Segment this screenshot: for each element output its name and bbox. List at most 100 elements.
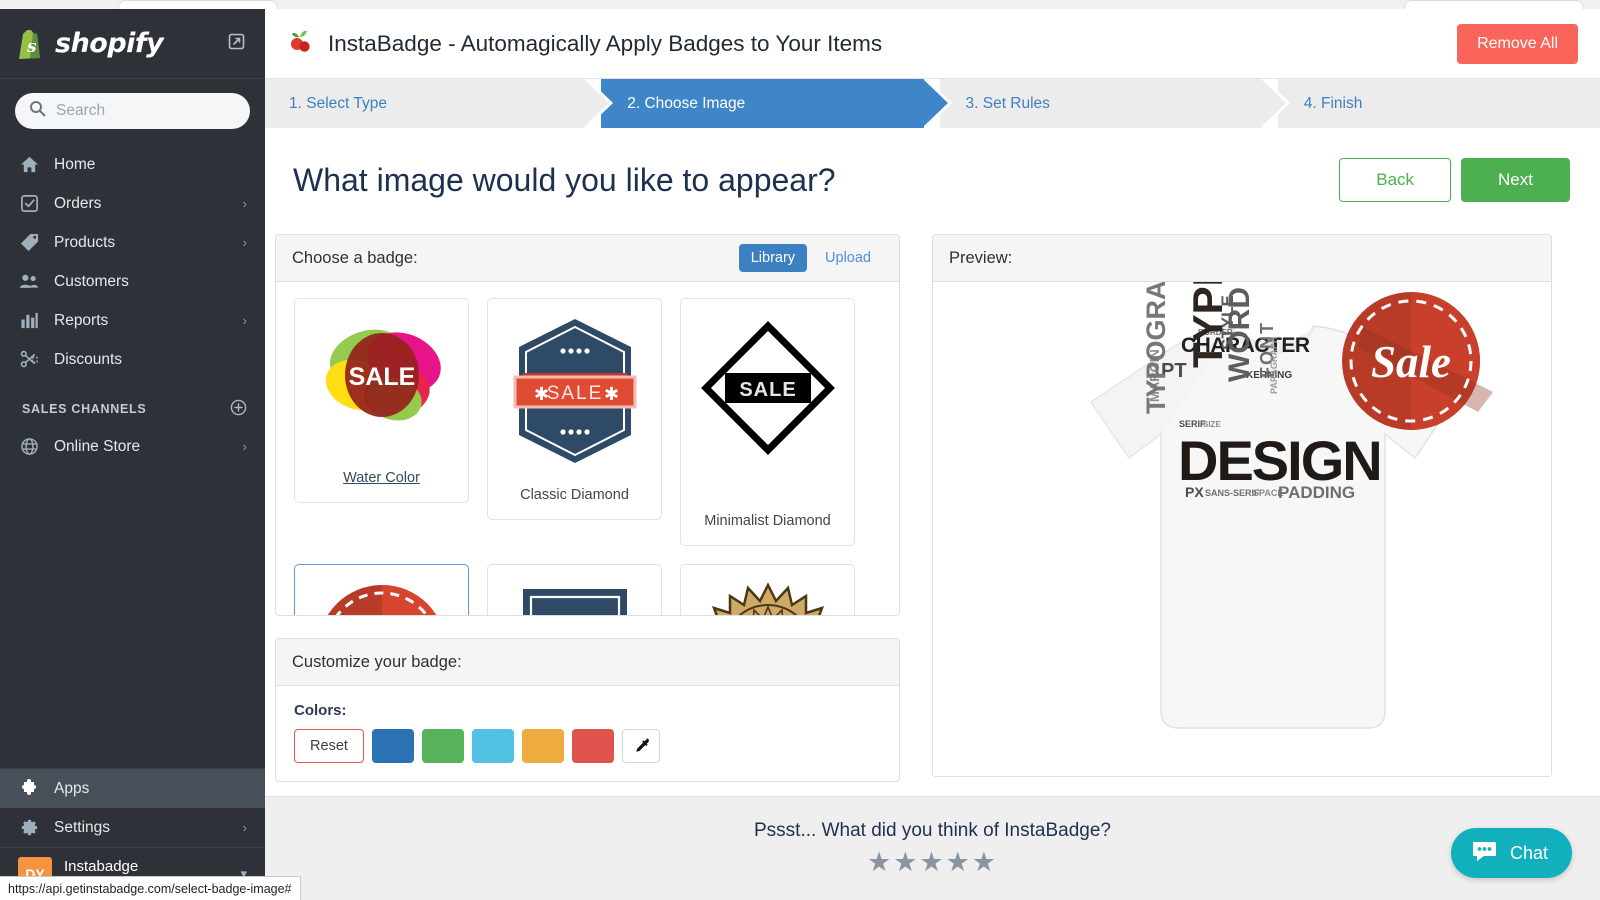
browser-tab-secondary[interactable] [1404, 0, 1584, 9]
rating-stars[interactable]: ★★★★★ [867, 847, 998, 878]
badge-card-round-dashed[interactable] [294, 564, 469, 615]
badge-caption: Classic Diamond [520, 487, 629, 504]
wizard-nav-buttons: Back Next [1339, 158, 1570, 202]
watercolor-sale-badge: SALE [312, 313, 452, 438]
instabadge-cherry-icon [289, 28, 313, 59]
sidebar-item-reports[interactable]: Reports › [0, 301, 265, 340]
svg-text:s: s [26, 37, 37, 57]
svg-text:TYPOGRAPHY: TYPOGRAPHY [1141, 282, 1171, 414]
badge-card-water-color[interactable]: SALE Water Color [294, 298, 469, 503]
chat-label: Chat [1509, 842, 1548, 863]
color-swatch-red[interactable] [572, 729, 614, 763]
minimalist-diamond-sale-badge: SALE [698, 313, 838, 463]
svg-text:SERIF: SERIF [1179, 419, 1206, 429]
wizard-step-select-type[interactable]: 1. Select Type [265, 79, 614, 128]
sidebar-item-apps[interactable]: Apps [0, 769, 265, 808]
wizard-step-label: 3. Set Rules [965, 94, 1050, 112]
tab-upload[interactable]: Upload [813, 244, 883, 272]
preview-sale-badge: Sale [1342, 292, 1493, 430]
svg-text:WORD: WORD [1223, 287, 1256, 382]
navy-ribbon-banner-badge [505, 579, 645, 615]
sidebar-item-label: Customers [54, 272, 129, 290]
svg-text:PX: PX [1185, 484, 1204, 500]
sidebar-item-discounts[interactable]: Discounts [0, 340, 265, 379]
tab-library[interactable]: Library [738, 244, 808, 272]
reset-color-button[interactable]: Reset [294, 729, 364, 763]
home-icon [18, 155, 40, 174]
choose-badge-panel-header: Choose a badge: Library Upload [276, 235, 899, 282]
chevron-right-icon: › [242, 196, 247, 211]
chevron-right-icon: › [242, 313, 247, 328]
color-swatch-orange[interactable] [522, 729, 564, 763]
left-column: Choose a badge: Library Upload SALE Wate… [275, 234, 900, 782]
products-tag-icon [18, 233, 40, 252]
badge-grid: SALE Water Color SALE ✱ ✱ Classic Diamon… [276, 282, 899, 615]
sidebar-item-label: Products [54, 233, 116, 251]
round-dashed-sale-badge [312, 579, 452, 615]
wizard-step-finish[interactable]: 4. Finish [1277, 79, 1600, 128]
plus-circle-icon[interactable] [230, 399, 247, 419]
sidebar-item-label: Home [54, 155, 96, 173]
search-input[interactable]: Search [15, 93, 250, 129]
badge-card-minimalist-diamond[interactable]: SALE Minimalist Diamond [680, 298, 855, 546]
right-column: Preview: BORDER CHARACTER PT STYLE MARGI… [932, 234, 1552, 782]
puzzle-piece-icon [18, 778, 40, 799]
sidebar-item-label: Discounts [54, 350, 123, 368]
globe-icon [18, 437, 40, 456]
feedback-prompt: Pssst... What did you think of InstaBadg… [754, 819, 1111, 841]
svg-text:SANS-SERIF: SANS-SERIF [1205, 488, 1260, 498]
back-button[interactable]: Back [1339, 158, 1452, 202]
sidebar-item-home[interactable]: Home [0, 145, 265, 184]
chat-bubble-icon [1471, 840, 1498, 867]
badge-caption[interactable]: Water Color [343, 468, 420, 490]
shopify-brand[interactable]: s shopify [16, 28, 164, 60]
colors-label: Colors: [294, 702, 347, 719]
sidebar-item-orders[interactable]: Orders › [0, 184, 265, 223]
preview-badge-text: Sale [1371, 337, 1451, 387]
feedback-footer: Pssst... What did you think of InstaBadg… [265, 796, 1600, 900]
shopify-bag-icon: s [16, 28, 46, 60]
badge-card-classic-diamond[interactable]: SALE ✱ ✱ Classic Diamond [487, 298, 662, 520]
wizard-step-set-rules[interactable]: 3. Set Rules [939, 79, 1291, 128]
choose-badge-panel: Choose a badge: Library Upload SALE Wate… [275, 234, 900, 616]
screen-root: s shopify Search Home Orders › Products … [0, 0, 1600, 900]
chevron-right-icon: › [242, 439, 247, 454]
sidebar-item-customers[interactable]: Customers [0, 262, 265, 301]
browser-chrome-strip [0, 0, 1600, 9]
color-swatch-green[interactable] [422, 729, 464, 763]
gear-icon [18, 818, 40, 837]
sidebar-section-label: SALES CHANNELS [22, 402, 147, 416]
svg-text:PADDING: PADDING [1278, 483, 1355, 502]
customize-panel-body: Colors: Reset [276, 686, 899, 781]
sidebar-item-products[interactable]: Products › [0, 223, 265, 262]
color-swatch-blue[interactable] [372, 729, 414, 763]
wizard-step-choose-image[interactable]: 2. Choose Image [601, 79, 952, 128]
app-header: InstaBadge - Automagically Apply Badges … [265, 9, 1600, 79]
color-swatch-light-blue[interactable] [472, 729, 514, 763]
main-columns: Choose a badge: Library Upload SALE Wate… [265, 216, 1600, 782]
external-link-icon[interactable] [228, 33, 245, 55]
reports-bar-chart-icon [18, 311, 40, 330]
shopify-sidebar: s shopify Search Home Orders › Products … [0, 9, 265, 900]
sidebar-item-settings[interactable]: Settings › [0, 808, 265, 847]
badge-card-navy-ribbon[interactable] [487, 564, 662, 615]
browser-tab[interactable] [118, 0, 278, 9]
sidebar-nav: Home Orders › Products › Customers Repor… [0, 145, 265, 466]
badge-card-gold-starburst[interactable] [680, 564, 855, 615]
remove-all-button[interactable]: Remove All [1457, 23, 1578, 64]
eyedropper-icon[interactable] [622, 729, 660, 763]
sidebar-item-online-store[interactable]: Online Store › [0, 427, 265, 466]
app-title-wrap: InstaBadge - Automagically Apply Badges … [289, 28, 882, 59]
chevron-right-icon: › [242, 235, 247, 250]
svg-text:SALE: SALE [546, 383, 603, 404]
sidebar-item-label: Online Store [54, 437, 141, 455]
wizard-steps: 1. Select Type 2. Choose Image 3. Set Ru… [265, 79, 1600, 128]
wizard-step-label: 4. Finish [1303, 94, 1363, 112]
choose-badge-title: Choose a badge: [292, 248, 418, 267]
customize-panel-header: Customize your badge: [276, 639, 899, 686]
white-tshirt-typography-design: BORDER CHARACTER PT STYLE MARGIN KERNING… [1090, 282, 1493, 729]
page-title: InstaBadge - Automagically Apply Badges … [328, 30, 883, 56]
chat-button[interactable]: Chat [1450, 828, 1572, 878]
next-button[interactable]: Next [1461, 158, 1570, 202]
